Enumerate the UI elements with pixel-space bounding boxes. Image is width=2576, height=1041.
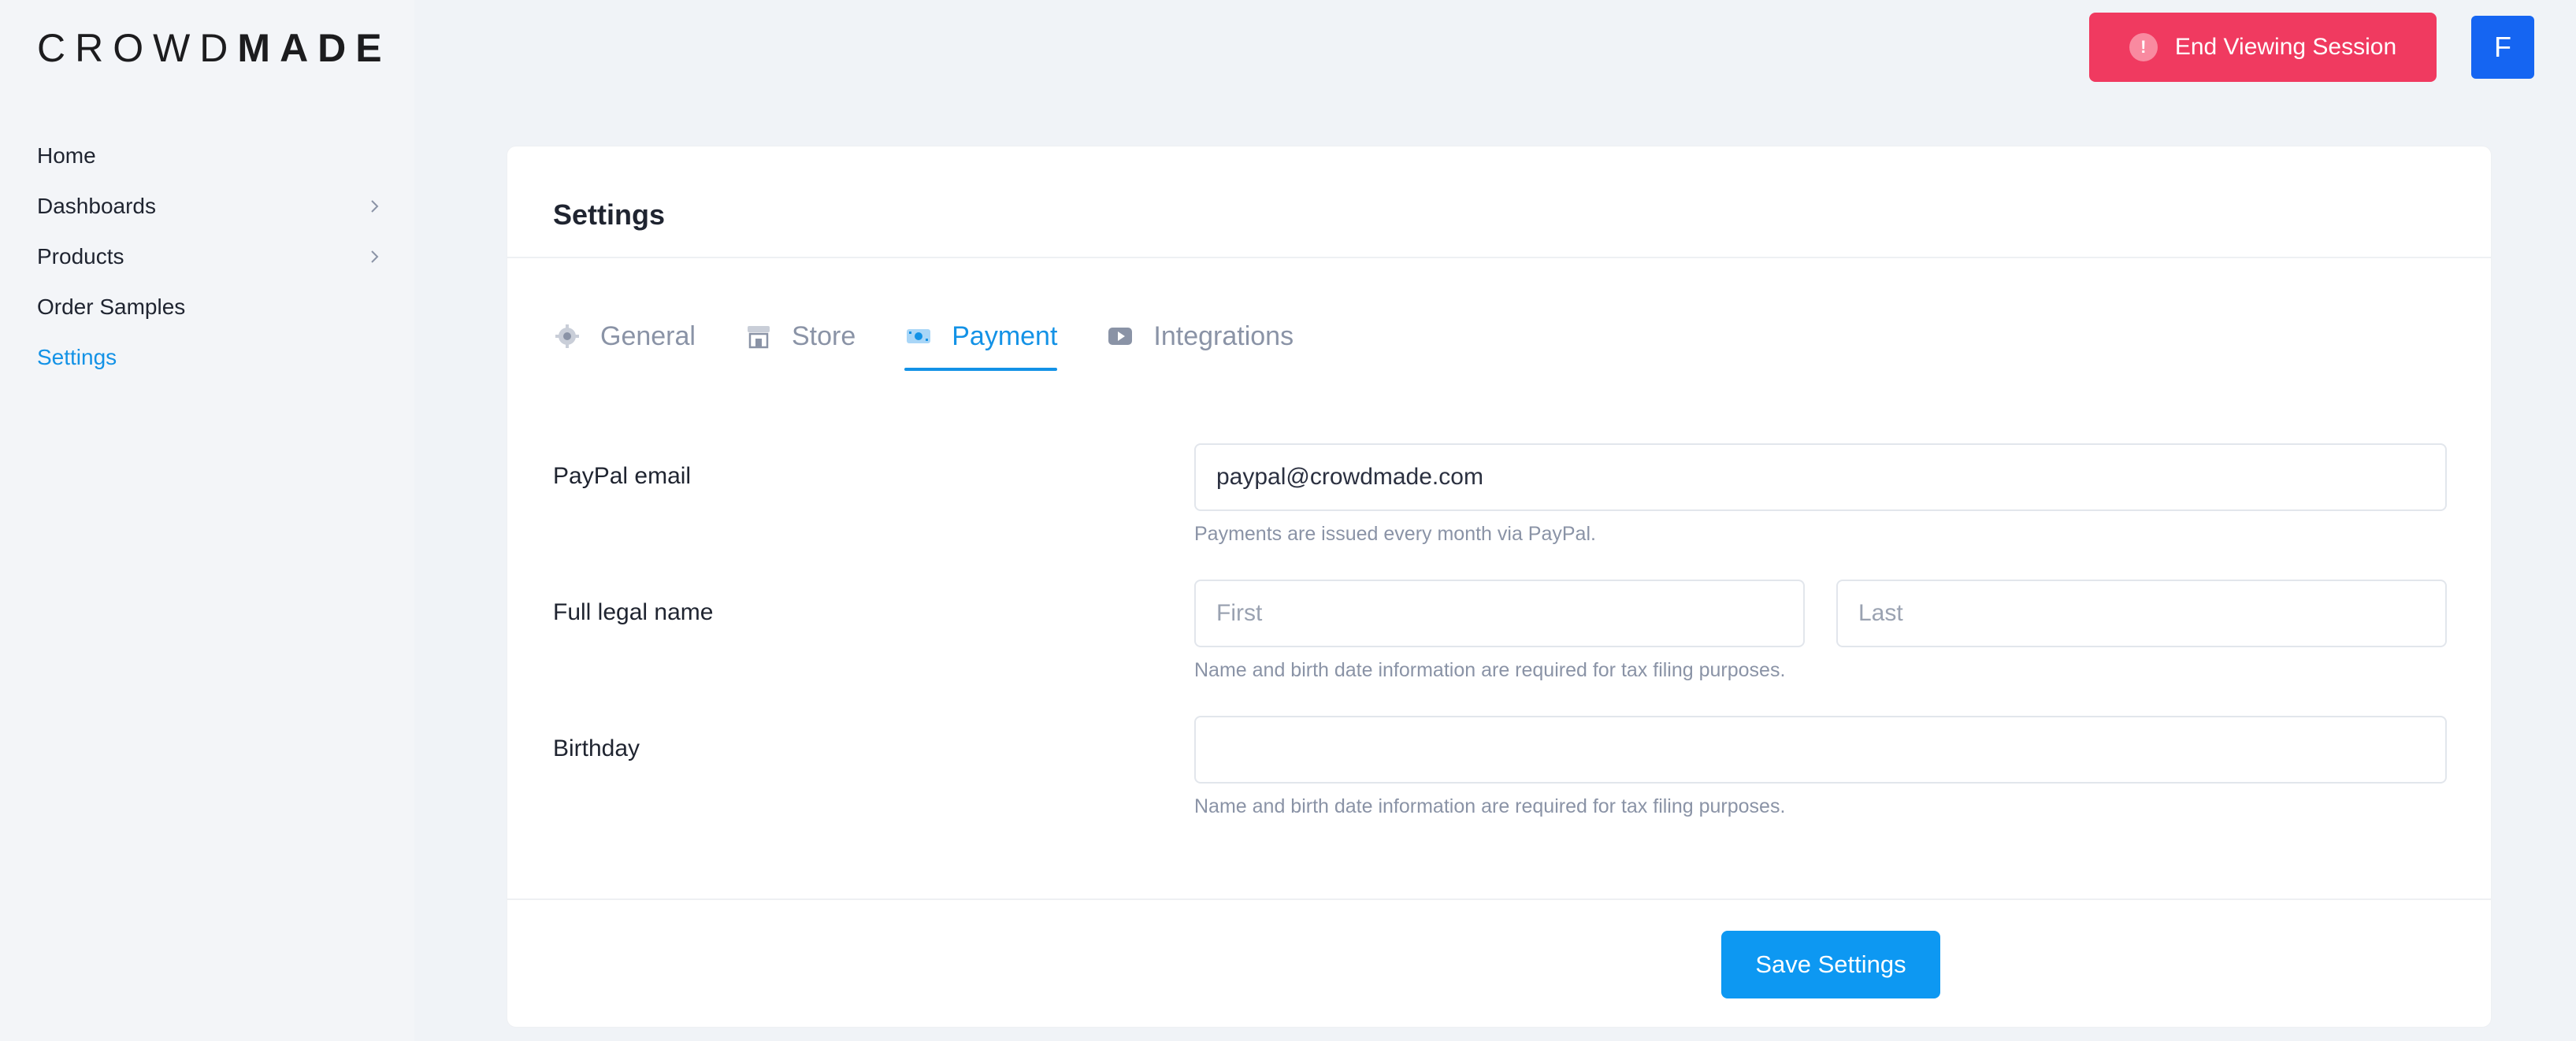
last-name-input[interactable] bbox=[1836, 580, 2447, 647]
sidebar: CROWDMADE Home Dashboards Products Order… bbox=[0, 0, 414, 1041]
tab-store[interactable]: Store bbox=[744, 308, 856, 365]
paypal-help-text: Payments are issued every month via PayP… bbox=[1194, 523, 1596, 545]
sidebar-item-label: Settings bbox=[37, 345, 117, 369]
chevron-right-icon bbox=[371, 200, 379, 213]
logo-light-text: CROWD bbox=[37, 26, 238, 70]
sidebar-item-order-samples[interactable]: Order Samples bbox=[37, 282, 384, 332]
sidebar-nav: Home Dashboards Products Order Samples S… bbox=[37, 131, 384, 383]
save-settings-button[interactable]: Save Settings bbox=[1721, 931, 1940, 998]
sidebar-item-label: Products bbox=[37, 244, 124, 269]
page-title: Settings bbox=[553, 198, 666, 231]
store-icon bbox=[747, 326, 770, 349]
settings-card: Settings General Store Payment Integrati… bbox=[507, 146, 2492, 1028]
title-divider bbox=[507, 257, 2491, 258]
alert-icon: ! bbox=[2129, 33, 2158, 61]
paypal-email-label: PayPal email bbox=[553, 463, 692, 489]
tab-payment[interactable]: Payment bbox=[904, 308, 1058, 371]
sidebar-item-home[interactable]: Home bbox=[37, 131, 384, 181]
sidebar-item-dashboards[interactable]: Dashboards bbox=[37, 181, 384, 232]
birthday-help-text: Name and birth date information are requ… bbox=[1194, 795, 1786, 817]
avatar[interactable]: F bbox=[2471, 16, 2534, 79]
end-viewing-session-button[interactable]: ! End Viewing Session bbox=[2089, 13, 2437, 82]
sidebar-item-label: Home bbox=[37, 143, 96, 168]
sidebar-item-label: Dashboards bbox=[37, 194, 156, 218]
logo-bold-text: MADE bbox=[237, 26, 392, 70]
gear-icon bbox=[555, 324, 579, 348]
tab-label: Payment bbox=[952, 320, 1058, 351]
end-session-label: End Viewing Session bbox=[2174, 34, 2397, 60]
chevron-right-icon bbox=[371, 250, 379, 263]
tab-label: General bbox=[600, 320, 696, 351]
sidebar-item-label: Order Samples bbox=[37, 295, 186, 319]
payment-icon bbox=[907, 329, 931, 343]
birthday-label: Birthday bbox=[553, 735, 640, 761]
tab-general[interactable]: General bbox=[553, 308, 696, 365]
tab-integrations[interactable]: Integrations bbox=[1106, 308, 1294, 365]
birthday-input[interactable] bbox=[1194, 716, 2447, 784]
tab-label: Store bbox=[791, 320, 856, 351]
legal-name-help-text: Name and birth date information are requ… bbox=[1194, 659, 1786, 681]
first-name-input[interactable] bbox=[1194, 580, 1805, 647]
footer-divider bbox=[507, 898, 2491, 900]
tab-label: Integrations bbox=[1153, 320, 1294, 351]
sidebar-item-settings[interactable]: Settings bbox=[37, 332, 384, 383]
paypal-email-input[interactable] bbox=[1194, 443, 2447, 511]
full-legal-name-label: Full legal name bbox=[553, 599, 714, 625]
video-icon bbox=[1108, 328, 1133, 345]
crowdmade-logo[interactable]: CROWDMADE bbox=[37, 28, 392, 68]
settings-tabs: General Store Payment Integrations bbox=[553, 308, 1342, 371]
sidebar-item-products[interactable]: Products bbox=[37, 232, 384, 282]
